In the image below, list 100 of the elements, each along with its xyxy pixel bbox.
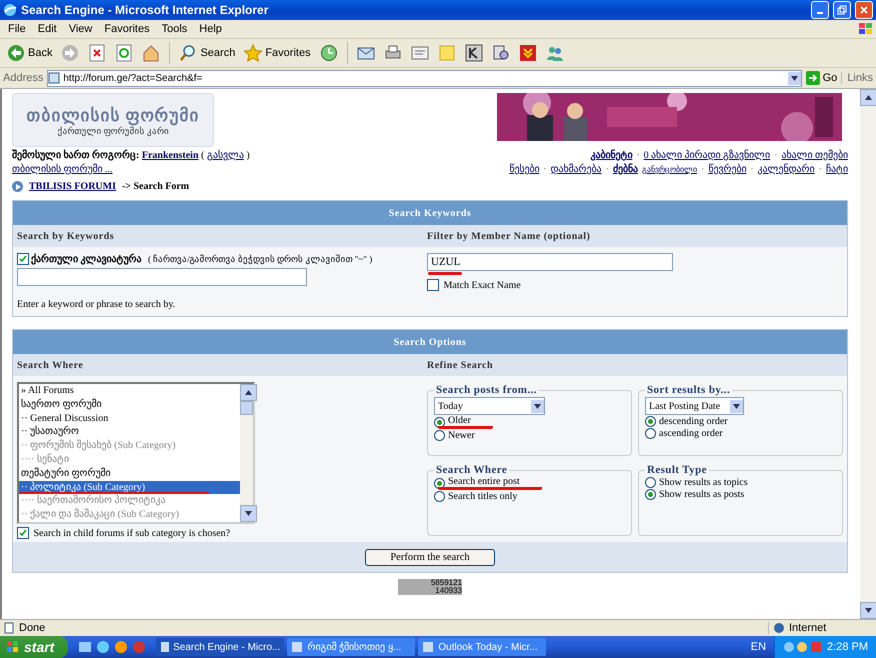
- tray-icons[interactable]: [783, 641, 824, 653]
- list-item[interactable]: » All Forums: [19, 384, 240, 398]
- nav-link[interactable]: წესები: [509, 163, 540, 175]
- list-item[interactable]: თემატური ფორუმი: [19, 466, 240, 481]
- scroll-down-icon[interactable]: [245, 511, 252, 516]
- research-icon: [492, 44, 510, 62]
- nav-link[interactable]: ახალი თემები: [782, 149, 848, 161]
- language-indicator[interactable]: EN: [750, 641, 774, 653]
- menu-item[interactable]: Edit: [32, 23, 63, 35]
- note-icon: [438, 44, 456, 62]
- k-icon: [464, 44, 483, 62]
- nav-link[interactable]: დახმარება: [550, 163, 602, 175]
- window-title: Search Engine - Microsoft Internet Explorer: [21, 3, 268, 17]
- close-icon: [860, 6, 868, 14]
- group-title: Result Type: [645, 464, 709, 476]
- page-icon: [48, 72, 60, 84]
- dropdown[interactable]: Today: [434, 397, 545, 415]
- address-label: Address: [3, 72, 44, 84]
- separator-dot: ·: [636, 150, 640, 161]
- nav-link[interactable]: წევრები: [708, 163, 746, 175]
- page-icon: [3, 622, 15, 634]
- parenthesis: (: [201, 150, 204, 161]
- radio-label: ascending order: [659, 428, 723, 439]
- forum-list[interactable]: [17, 382, 255, 524]
- globe-icon: [773, 622, 785, 634]
- minimize-button[interactable]: [811, 1, 829, 19]
- refresh-icon: [115, 44, 134, 62]
- list-item[interactable]: ·· უსათაურო: [19, 425, 240, 440]
- status-text: Done: [19, 622, 46, 634]
- taskbar-button[interactable]: Outlook Today - Micr...: [418, 638, 546, 656]
- group-title: Sort results by...: [645, 384, 732, 396]
- menu-item[interactable]: File: [2, 23, 32, 35]
- list-item[interactable]: ·· General Discussion: [19, 412, 240, 426]
- radio-label: Show results as posts: [659, 488, 744, 500]
- list-item[interactable]: ·· პოლიტიკა (Sub Category): [19, 480, 240, 494]
- dropdown-arrow-icon[interactable]: [733, 404, 740, 408]
- column-heading: Refine Search: [426, 360, 494, 370]
- go-button[interactable]: Go: [806, 71, 838, 85]
- radio-label: Search titles only: [448, 490, 518, 502]
- checkbox[interactable]: [17, 253, 29, 265]
- forum-link[interactable]: თბილისის ფორუმი ...: [12, 163, 112, 175]
- window-icon: [422, 641, 434, 653]
- download-icon: [518, 44, 537, 62]
- checkbox[interactable]: [427, 279, 439, 291]
- scroll-thumb[interactable]: [240, 401, 253, 415]
- nav-link[interactable]: ძებნა: [612, 163, 638, 175]
- clock: 2:28 PM: [827, 641, 868, 653]
- login-status: შემოსული ხართ როგორც:: [12, 150, 140, 161]
- address-field[interactable]: http://forum.ge/?act=Search&f=: [47, 70, 802, 86]
- radio-button[interactable]: [434, 478, 445, 488]
- radio-button[interactable]: [645, 476, 656, 488]
- scrollbar[interactable]: [860, 89, 876, 619]
- menu-item[interactable]: View: [62, 23, 98, 35]
- windows-logo-icon: [858, 22, 874, 36]
- radio-label: Show results as topics: [659, 476, 748, 488]
- menu-item[interactable]: Tools: [156, 23, 194, 35]
- document-icon: [410, 44, 429, 62]
- radio-button[interactable]: [645, 416, 656, 427]
- browser-icon[interactable]: [96, 640, 110, 654]
- desktop-icon[interactable]: [78, 640, 92, 654]
- toolbar-button[interactable]: Search: [176, 42, 238, 64]
- scroll-up-icon[interactable]: [245, 390, 252, 395]
- toolbar-button[interactable]: Favorites: [241, 42, 314, 64]
- radio-button[interactable]: [645, 428, 656, 439]
- radio-button[interactable]: [645, 488, 656, 500]
- taskbar-button[interactable]: რიგიმ ჭმისოთიე ყ...: [287, 638, 416, 656]
- nav-link[interactable]: განვრცობილი: [642, 165, 697, 174]
- mail-icon[interactable]: [114, 640, 128, 654]
- radio-button[interactable]: [434, 430, 445, 441]
- menu-item[interactable]: Help: [193, 23, 228, 35]
- links-button[interactable]: Links: [841, 72, 873, 84]
- checkbox[interactable]: [17, 527, 29, 539]
- column-heading: Search by Keywords: [16, 230, 116, 242]
- home-icon: [142, 44, 160, 62]
- star-icon: [244, 44, 262, 62]
- people-icon: [546, 44, 564, 62]
- nav-link[interactable]: ჩატი: [826, 163, 848, 175]
- panel-title: Search Keywords: [13, 201, 847, 225]
- close-button[interactable]: [855, 1, 873, 19]
- logout-link[interactable]: გასვლა: [206, 150, 244, 161]
- toolbar-button[interactable]: Back: [4, 42, 56, 64]
- menu-item[interactable]: Favorites: [98, 23, 156, 35]
- keyword-field[interactable]: [17, 268, 307, 286]
- nav-link[interactable]: კალენდარი: [758, 163, 815, 175]
- scroll-up-icon[interactable]: [864, 95, 872, 100]
- dropdown[interactable]: Last Posting Date: [645, 397, 744, 415]
- dropdown-arrow-icon[interactable]: [534, 404, 541, 408]
- forum-logo[interactable]: თბილისის ფორუმი ქართული ფორუმის კარი: [12, 93, 214, 147]
- nav-link[interactable]: კაბინეტი: [590, 149, 632, 161]
- breadcrumb-link[interactable]: TBILISIS FORUMI: [29, 181, 116, 192]
- nav-link[interactable]: 0 ახალი პირადი გზავნილი: [644, 149, 770, 161]
- start-button[interactable]: start: [0, 636, 68, 658]
- scroll-down-icon[interactable]: [864, 608, 872, 613]
- perform-search-button[interactable]: Perform the search: [365, 548, 495, 566]
- list-item[interactable]: საერთო ფორუმი: [19, 398, 240, 412]
- radio-button[interactable]: [434, 490, 445, 502]
- restore-button[interactable]: [833, 1, 851, 19]
- username-link[interactable]: Frankenstein: [142, 150, 199, 161]
- stop-icon: [88, 44, 106, 62]
- taskbar-button[interactable]: Search Engine - Micro...: [156, 638, 284, 656]
